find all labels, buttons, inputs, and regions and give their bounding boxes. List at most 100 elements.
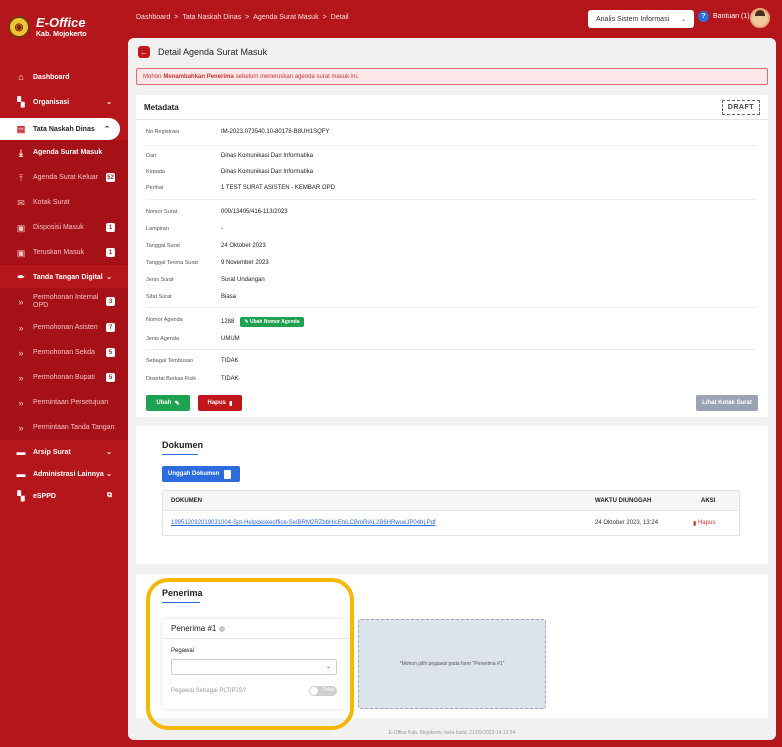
sidebar-item-administrasi-lainnya[interactable]: ▬ Administrasi Lainnya ⌄ [0,463,128,485]
sidebar-item-permintaan-tanda-tangan[interactable]: » Permintaan Tanda Tangan [0,415,128,440]
meta-value-wrap: 1288 ✎ Ubah Nomor Agenda [221,317,304,327]
chevron-down-icon: ⌄ [106,274,112,281]
arrow-icon: » [18,422,24,433]
edit-button[interactable]: Ubah ✎ [146,395,190,411]
sidebar-item-arsip-surat[interactable]: ▬ Arsip Surat ⌄ [0,441,128,463]
sidebar-item-label: eSPPD [33,492,56,500]
unit-select-value: Analis Sistem Informasi [596,15,670,23]
sidebar-item-esppd[interactable]: ▚ eSPPD ⧉ [0,485,128,507]
metadata-header: Metadata DRAFT [136,95,768,120]
table-header [163,491,739,511]
button-label: Hapus [697,520,716,526]
alert-bold-text: Menambahkan Penerima [163,73,234,80]
chevron-down-icon: ⌄ [106,99,112,106]
meta-key: Tanggal Surat [146,243,180,249]
main-panel: ← Detail Agenda Surat Masuk Mohon Menamb… [128,38,776,740]
section-underline [162,602,200,603]
logo-icon: ◉ [8,16,30,38]
sidebar-item-tata-naskah-dinas[interactable]: ▤ Tata Naskah Dinas ⌃ [0,118,120,140]
sidebar-item-label: Permohonan Asisten [33,324,98,331]
meta-value: Dinas Komunikasi Dan Informatika [221,169,314,175]
chevron-up-icon: ⌃ [104,126,110,133]
organization-icon: ▚ [17,97,25,107]
upload-time: 24 Oktober 2023, 13:24 [595,520,659,526]
upload-document-button[interactable]: Unggah Dokumen [162,466,240,482]
table-row: 199512092019031004-Spt-Helpdeskeoffice-S… [171,511,436,535]
sidebar-item-organisasi[interactable]: ▚ Organisasi ⌄ [0,91,128,113]
info-icon[interactable] [219,625,226,632]
section-underline [162,454,198,455]
disposition-icon: ▣ [16,222,26,233]
chevron-down-icon: ⌄ [680,16,686,23]
sidebar-item-permintaan-persetujuan[interactable]: » Permintaan Persetujuan [0,390,128,415]
edit-agenda-number-button[interactable]: ✎ Ubah Nomor Agenda [240,317,304,327]
employee-select[interactable]: ⌄ [171,659,337,675]
alert-banner: Mohon Menambahkan Penerima sebelum mener… [136,68,768,85]
chevron-down-icon: ⌄ [325,664,331,670]
sidebar-item-tanda-tangan-digital[interactable]: ✒ Tanda Tangan Digital ⌄ [0,266,128,288]
meta-value: 24 Oktober 2023 [221,243,266,249]
sidebar-item-label: Permintaan Persetujuan [33,399,109,406]
mail-icon: ✉ [17,197,25,208]
divider [146,145,756,146]
button-label: Hapus [207,400,226,406]
arrow-icon: » [18,322,24,333]
document-link[interactable]: 199512092019031004-Spt-Helpdeskeoffice-S… [171,520,436,526]
delete-document-button[interactable]: ▮ Hapus [693,511,715,535]
sidebar-item-agenda-surat-keluar[interactable]: ⤒ Agenda Surat Keluar 52 [0,165,128,190]
meta-key: Kepada [146,169,165,175]
count-badge: 7 [106,323,115,332]
document-icon: ▤ [16,124,26,134]
back-button[interactable]: ← [138,46,150,58]
sidebar-item-teruskan-masuk[interactable]: ▣ Teruskan Masuk 1 [0,240,128,265]
alert-text: sebelum meneruskan agenda surat masuk in… [235,73,359,80]
sidebar-item-label: Dashboard [33,73,70,81]
help-button[interactable]: ? Bantuan (1) [698,11,750,22]
alert-text: Mohon [143,73,162,80]
button-label: Lihat Kotak Surat [702,400,752,406]
sidebar-item-permohonan-internal-opd[interactable]: » Permohonan Internal OPD 3 [0,288,128,315]
sidebar-item-kotak-surat[interactable]: ✉ Kotak Surat [0,190,128,215]
divider [146,349,756,350]
divider [146,199,756,200]
count-badge: 52 [106,173,115,182]
sidebar-item-agenda-surat-masuk[interactable]: ⤓ Agenda Surat Masuk [0,140,128,165]
brand-title: E-Office [36,14,86,30]
recipient-header: Penerima #1 [162,619,347,639]
toggle-text: Tidak [322,687,335,693]
sidebar-item-permohonan-sekda[interactable]: » Permohonan Sekda 5 [0,340,128,365]
sidebar-item-dashboard[interactable]: ⌂ Dashboard [0,66,128,88]
breadcrumb-item[interactable]: Dashboard [136,14,170,21]
meta-value: 1288 [221,319,235,325]
column-header: AKSI [701,498,716,504]
meta-key: No Registrasi [146,129,180,135]
sidebar-item-disposisi-masuk[interactable]: ▣ Disposisi Masuk 1 [0,215,128,240]
sidebar-nav: ⌂ Dashboard ▚ Organisasi ⌄ ▤ Tata Naskah… [0,66,128,507]
sidebar-item-label: Agenda Surat Masuk [33,149,103,156]
sidebar-item-label: Permohonan Sekda [33,349,95,356]
brand[interactable]: ◉ E-Office Kab. Mojokerto [8,12,123,42]
divider [146,307,756,308]
pen-nib-icon: ✒ [17,272,25,282]
delete-button[interactable]: Hapus ▮ [198,395,242,411]
button-label: Ubah [156,400,172,406]
help-label: Bantuan (1) [713,13,750,20]
breadcrumb-item[interactable]: Agenda Surat Masuk [253,14,318,21]
unit-select[interactable]: Analis Sistem Informasi ⌄ [588,10,694,28]
forward-icon: ▣ [16,247,26,258]
plt-toggle[interactable]: Tidak [309,686,337,696]
sidebar-item-permohonan-bupati[interactable]: » Permohonan Bupati 5 [0,365,128,390]
breadcrumb-item[interactable]: Tata Naskah Dinas [182,14,241,21]
sidebar-item-label: Permohonan Bupati [33,374,95,381]
metadata-card: Metadata DRAFT No Registrasi IM-2023.0735… [136,95,768,417]
count-badge: 5 [106,348,115,357]
column-header: WAKTU DIUNGGAH [595,498,652,504]
chevron-down-icon: ⌄ [106,471,112,478]
app-frame: ◉ E-Office Kab. Mojokerto ⌂ Dashboard ▚ … [0,0,782,747]
sidebar-item-permohonan-asisten[interactable]: » Permohonan Asisten 7 [0,315,128,340]
meta-value: 9 November 2023 [221,260,269,266]
avatar[interactable] [750,8,770,28]
view-mailbox-button[interactable]: Lihat Kotak Surat [696,395,758,411]
archive-icon: ▬ [16,447,26,457]
topbar: Dashboard > Tata Naskah Dinas > Agenda Surat… [128,0,782,38]
